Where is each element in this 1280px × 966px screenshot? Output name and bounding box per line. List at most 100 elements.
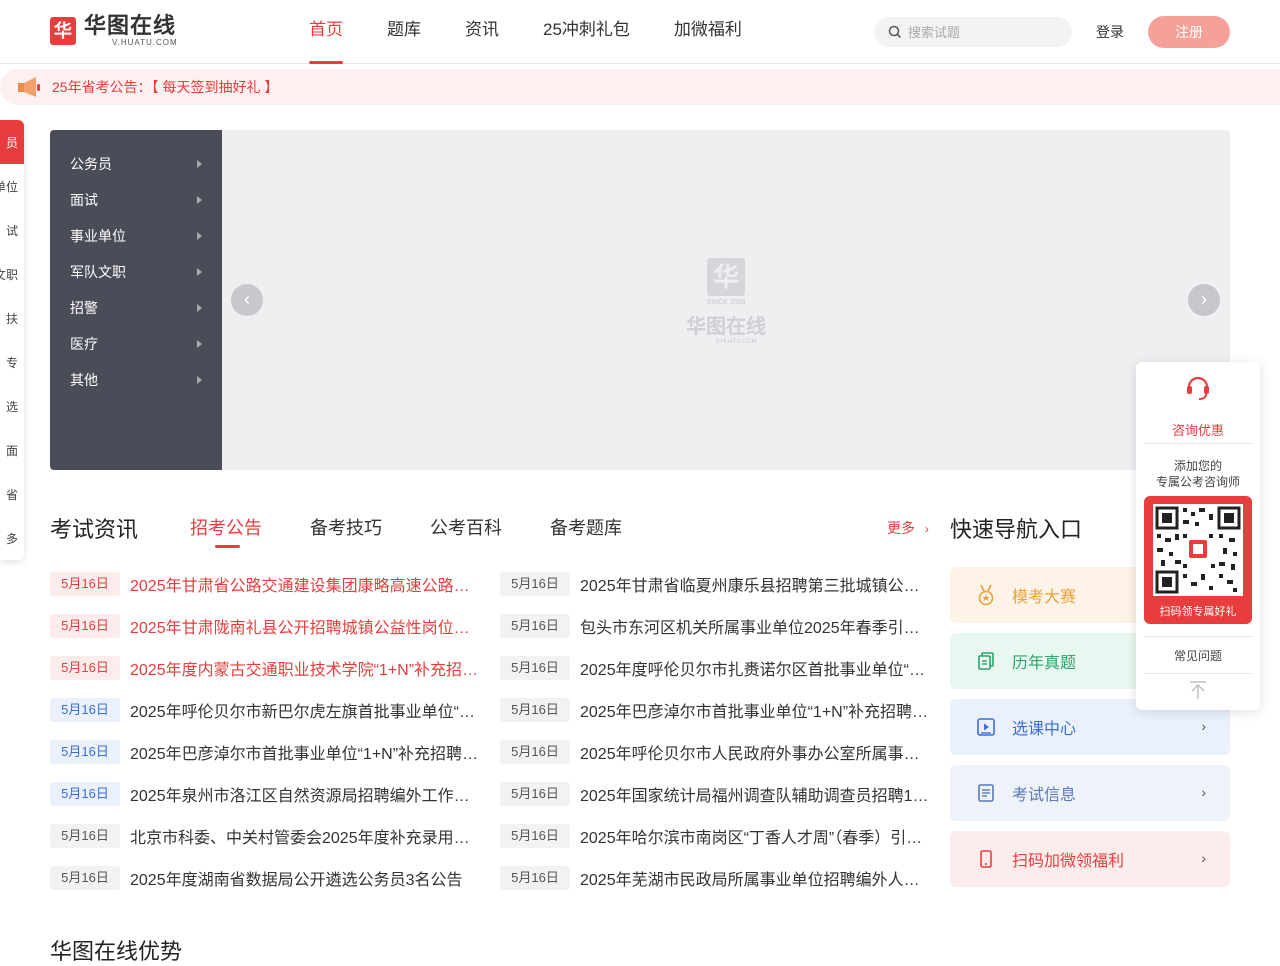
news-title[interactable]: 2025年哈尔滨市南岗区“丁香人才周”（春季）引才公告 <box>580 824 930 848</box>
register-button[interactable]: 注册 <box>1148 16 1230 48</box>
placeholder-since: SINCE 2008 <box>706 299 746 306</box>
left-nav-item[interactable]: 专 <box>6 354 18 371</box>
news-item[interactable]: 5月16日 2025年巴彦淖尔市首批事业单位“1+N”补充招聘公告 <box>50 740 480 764</box>
news-item[interactable]: 5月16日 2025年度湖南省数据局公开遴选公务员3名公告 <box>50 866 480 890</box>
nav-question-bank[interactable]: 题库 <box>387 0 421 64</box>
news-title[interactable]: 2025年芜湖市民政局所属事业单位招聘编外人员公告 <box>580 866 930 890</box>
left-nav-item[interactable]: 多 <box>6 530 18 547</box>
logo-wordmark: 华图在线 V.HUATU.COM <box>84 15 178 47</box>
news-title[interactable]: 北京市科委、中关村管委会2025年度补充录用公务员公告 <box>130 824 480 848</box>
caret-right-icon <box>197 268 202 276</box>
menu-item-other[interactable]: 其他 <box>50 362 222 398</box>
search-input[interactable] <box>908 24 1068 40</box>
news-item[interactable]: 5月16日 2025年巴彦淖尔市首批事业单位“1+N”补充招聘公告 <box>500 698 930 722</box>
news-title[interactable]: 2025年呼伦贝尔市新巴尔虎左旗首批事业单位“1+N”公告 <box>130 698 480 722</box>
banner-placeholder-logo: 华 SINCE 2008 华图在线 V.HUATU.COM <box>680 258 772 345</box>
tab-tips[interactable]: 备考技巧 <box>310 514 382 540</box>
advantages-section-title: 华图在线优势 <box>50 939 183 964</box>
news-title[interactable]: 2025年呼伦贝尔市人民政府外事办公室所属事业单位公告 <box>580 740 930 764</box>
news-item[interactable]: 5月16日 2025年呼伦贝尔市新巴尔虎左旗首批事业单位“1+N”公告 <box>50 698 480 722</box>
news-title[interactable]: 2025年泉州市洛江区自然资源局招聘编外工作人员公告 <box>130 782 480 806</box>
nav-home[interactable]: 首页 <box>309 0 343 64</box>
news-item[interactable]: 5月16日 2025年甘肃省公路交通建设集团康略高速公路建设项目招聘 <box>50 572 480 596</box>
left-nav-item[interactable]: 面 <box>6 442 18 459</box>
news-item[interactable]: 5月16日 2025年甘肃陇南礼县公开招聘城镇公益性岗位工作人员公告 <box>50 614 480 638</box>
menu-item-medical[interactable]: 医疗 <box>50 326 222 362</box>
nav-news[interactable]: 资讯 <box>465 0 499 64</box>
news-item[interactable]: 5月16日 2025年度呼伦贝尔市扎赉诺尔区首批事业单位“1+N”公告 <box>500 656 930 680</box>
logo-text: 华图在线 <box>84 13 177 38</box>
tab-question-bank[interactable]: 备考题库 <box>550 514 622 540</box>
carousel-next-button[interactable]: › <box>1188 284 1220 316</box>
active-tab-indicator <box>215 545 240 548</box>
document-copy-icon <box>978 652 994 670</box>
news-title[interactable]: 2025年巴彦淖尔市首批事业单位“1+N”补充招聘公告 <box>580 698 930 722</box>
consult-description: 添加您的 专属公考咨询师 <box>1136 458 1260 490</box>
news-item[interactable]: 5月16日北京市科委、中关村管委会2025年度补充录用公务员公告 <box>50 824 480 848</box>
main-nav: 首页 题库 资讯 25冲刺礼包 加微福利 <box>309 0 786 64</box>
news-item[interactable]: 5月16日 2025年甘肃省临夏州康乐县招聘第三批城镇公益性岗位公告 <box>500 572 930 596</box>
news-date-tag: 5月16日 <box>500 740 570 764</box>
quick-nav-exam-info[interactable]: 考试信息 › <box>950 765 1230 821</box>
consult-discount-link[interactable]: 咨询优惠 <box>1136 420 1260 439</box>
menu-item-label: 医疗 <box>70 336 98 352</box>
news-title[interactable]: 2025年度湖南省数据局公开遴选公务员3名公告 <box>130 866 480 890</box>
news-item[interactable]: 5月16日包头市东河区机关所属事业单位2025年春季引进人才公告 <box>500 614 930 638</box>
qr-code-image <box>1153 504 1243 596</box>
left-nav-item[interactable]: 选 <box>6 398 18 415</box>
divider <box>1144 443 1252 444</box>
nav-wechat-benefits[interactable]: 加微福利 <box>674 0 742 64</box>
banner-carousel[interactable]: ‹ › 华 SINCE 2008 华图在线 V.HUATU.COM <box>222 130 1230 470</box>
divider <box>1144 673 1252 674</box>
left-nav-item[interactable]: 单位 <box>0 178 18 195</box>
left-nav-item[interactable]: 员 <box>6 134 18 151</box>
news-date-tag: 5月16日 <box>500 614 570 638</box>
left-nav-item[interactable]: 文职 <box>0 266 18 283</box>
site-logo[interactable]: 华 华图在线 V.HUATU.COM <box>50 15 178 47</box>
news-title[interactable]: 2025年甘肃省公路交通建设集团康略高速公路建设项目招聘 <box>130 572 480 596</box>
notice-text[interactable]: 25年省考公告：【 每天签到抽好礼 】 <box>52 77 278 97</box>
news-title[interactable]: 2025年甘肃省临夏州康乐县招聘第三批城镇公益性岗位公告 <box>580 572 930 596</box>
menu-item-public-institution[interactable]: 事业单位 <box>50 218 222 254</box>
menu-item-military-civilian[interactable]: 军队文职 <box>50 254 222 290</box>
caret-right-icon <box>197 196 202 204</box>
news-section-title: 考试资讯 <box>50 517 139 542</box>
headset-icon[interactable] <box>1184 372 1212 402</box>
news-title[interactable]: 2025年巴彦淖尔市首批事业单位“1+N”补充招聘公告 <box>130 740 480 764</box>
qr-caption: 扫码领专属好礼 <box>1159 606 1237 618</box>
news-item[interactable]: 5月16日 2025年国家统计局福州调查队辅助调查员招聘1名公告 <box>500 782 930 806</box>
news-item[interactable]: 5月16日 2025年泉州市洛江区自然资源局招聘编外工作人员公告 <box>50 782 480 806</box>
more-label: 更多 <box>887 520 915 536</box>
qr-code-icon <box>1155 506 1241 594</box>
news-date-tag: 5月16日 <box>50 698 120 722</box>
news-item[interactable]: 5月16日 2025年芜湖市民政局所属事业单位招聘编外人员公告 <box>500 866 930 890</box>
more-link[interactable]: 更多 › <box>887 518 929 538</box>
carousel-prev-button[interactable]: ‹ <box>231 284 263 316</box>
news-title[interactable]: 2025年国家统计局福州调查队辅助调查员招聘1名公告 <box>580 782 930 806</box>
news-title[interactable]: 2025年度呼伦贝尔市扎赉诺尔区首批事业单位“1+N”公告 <box>580 656 930 680</box>
medal-icon <box>978 584 994 606</box>
news-date-tag: 5月16日 <box>50 614 120 638</box>
faq-link[interactable]: 常见问题 <box>1136 647 1260 664</box>
left-nav-item[interactable]: 扶 <box>6 310 18 327</box>
left-nav-item[interactable]: 省 <box>6 486 18 503</box>
news-item[interactable]: 5月16日 2025年呼伦贝尔市人民政府外事办公室所属事业单位公告 <box>500 740 930 764</box>
login-link[interactable]: 登录 <box>1096 22 1124 42</box>
news-title[interactable]: 2025年甘肃陇南礼县公开招聘城镇公益性岗位工作人员公告 <box>130 614 480 638</box>
caret-right-icon <box>197 232 202 240</box>
menu-item-police[interactable]: 招警 <box>50 290 222 326</box>
news-item[interactable]: 5月16日 2025年哈尔滨市南岗区“丁香人才周”（春季）引才公告 <box>500 824 930 848</box>
tab-encyclopedia[interactable]: 公考百科 <box>430 514 502 540</box>
left-nav-item[interactable]: 试 <box>6 222 18 239</box>
news-item[interactable]: 5月16日 2025年度内蒙古交通职业技术学院“1+N”补充招聘公告 <box>50 656 480 680</box>
tab-recruitment[interactable]: 招考公告 <box>190 514 262 540</box>
news-title[interactable]: 2025年度内蒙古交通职业技术学院“1+N”补充招聘公告 <box>130 656 480 680</box>
news-title[interactable]: 包头市东河区机关所属事业单位2025年春季引进人才公告 <box>580 614 930 638</box>
menu-item-interview[interactable]: 面试 <box>50 182 222 218</box>
back-to-top-icon[interactable] <box>1188 680 1208 700</box>
quick-nav-label: 选课中心 <box>1012 721 1077 738</box>
search-icon[interactable] <box>888 25 902 39</box>
quick-nav-wechat-benefits[interactable]: 扫码加微领福利 › <box>950 831 1230 887</box>
nav-gift-pack[interactable]: 25冲刺礼包 <box>543 0 630 64</box>
menu-item-civil-servant[interactable]: 公务员 <box>50 146 222 182</box>
